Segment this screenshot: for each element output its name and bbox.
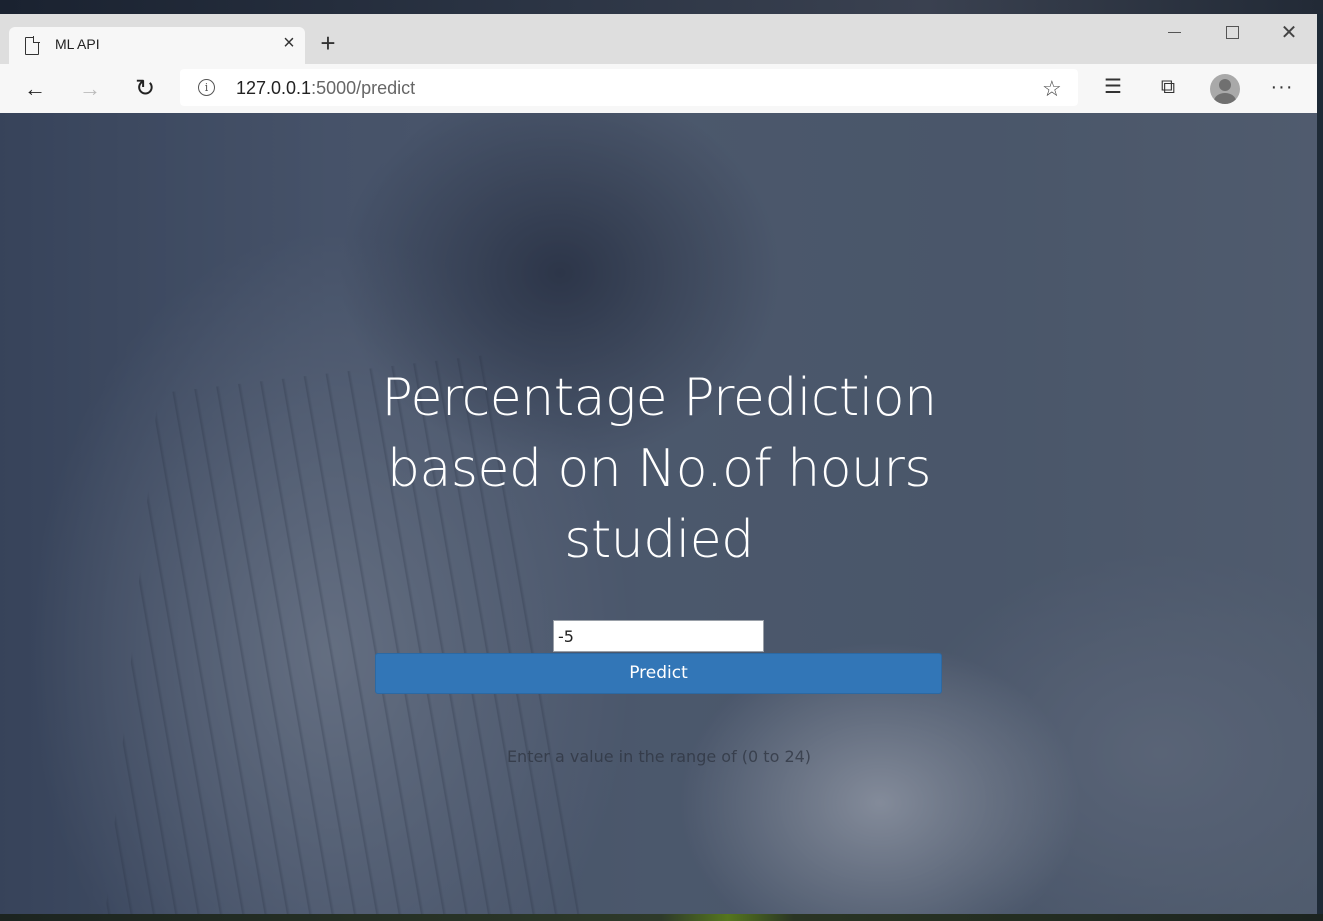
tab-close-icon[interactable]: ×: [279, 33, 299, 53]
new-tab-button[interactable]: +: [316, 30, 340, 56]
forward-button[interactable]: →: [76, 75, 104, 103]
url-text[interactable]: 127.0.0.1:5000/predict: [236, 78, 415, 99]
page-title: Percentage Prediction based on No.of hou…: [381, 368, 937, 570]
browser-window: ML API × + ✕ ← → ↻ i 127.0.0.1:5000/pred…: [0, 14, 1317, 914]
range-hint-text: Enter a value in the range of (0 to 24): [506, 747, 812, 766]
maximize-button[interactable]: [1217, 20, 1247, 46]
add-favorite-star-icon[interactable]: ☆: [1042, 76, 1062, 102]
tab-title: ML API: [55, 36, 100, 52]
tab-ml-api[interactable]: ML API ×: [9, 27, 305, 64]
refresh-button[interactable]: ↻: [131, 75, 159, 103]
hours-input[interactable]: [553, 620, 764, 652]
favorites-icon[interactable]: ☰: [1099, 73, 1127, 101]
desktop-background-top: [0, 0, 1323, 14]
info-icon[interactable]: i: [198, 79, 215, 96]
browser-toolbar: ← → ↻ i 127.0.0.1:5000/predict ☆ ☰ ⧉ ···: [0, 64, 1317, 113]
predict-button[interactable]: Predict: [375, 653, 942, 694]
desktop-background-bottom: [0, 914, 1323, 921]
collections-icon[interactable]: ⧉: [1154, 73, 1182, 101]
minimize-button[interactable]: [1160, 20, 1190, 46]
tab-strip: ML API × + ✕: [0, 14, 1317, 64]
page-background: Percentage Prediction based on No.of hou…: [0, 113, 1317, 914]
page-content: Percentage Prediction based on No.of hou…: [0, 113, 1317, 914]
address-bar[interactable]: i 127.0.0.1:5000/predict ☆: [180, 69, 1078, 106]
url-host: 127.0.0.1: [236, 78, 312, 98]
page-icon: [25, 36, 40, 55]
profile-avatar[interactable]: [1210, 74, 1240, 104]
url-path: :5000/predict: [311, 78, 416, 98]
window-close-button[interactable]: ✕: [1274, 20, 1304, 46]
back-button[interactable]: ←: [21, 75, 49, 103]
more-icon[interactable]: ···: [1268, 73, 1296, 101]
